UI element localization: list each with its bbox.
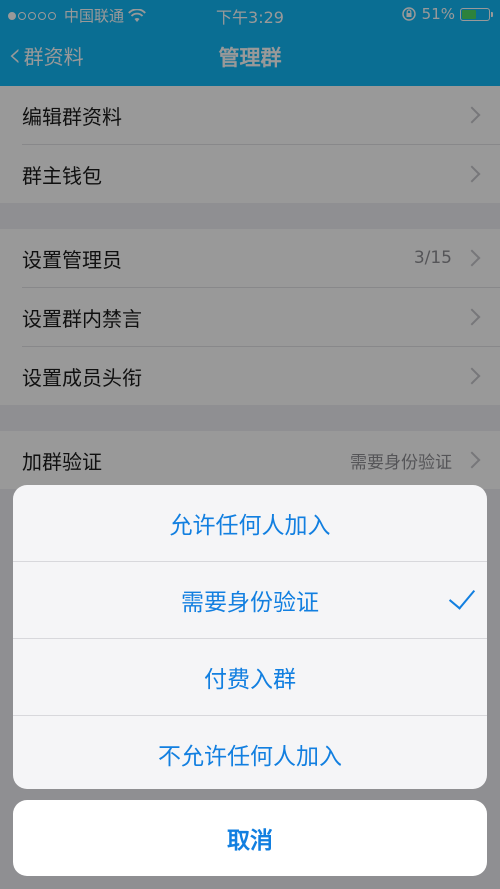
option-paid-join[interactable]: 付费入群 (13, 639, 487, 716)
option-allow-anyone[interactable]: 允许任何人加入 (13, 485, 487, 562)
option-require-verification[interactable]: 需要身份验证 (13, 562, 487, 639)
option-disallow-anyone[interactable]: 不允许任何人加入 (13, 716, 487, 789)
checkmark-icon (448, 582, 476, 610)
action-sheet: 允许任何人加入 需要身份验证 付费入群 不允许任何人加入 (13, 485, 487, 789)
cancel-button[interactable]: 取消 (13, 800, 487, 876)
